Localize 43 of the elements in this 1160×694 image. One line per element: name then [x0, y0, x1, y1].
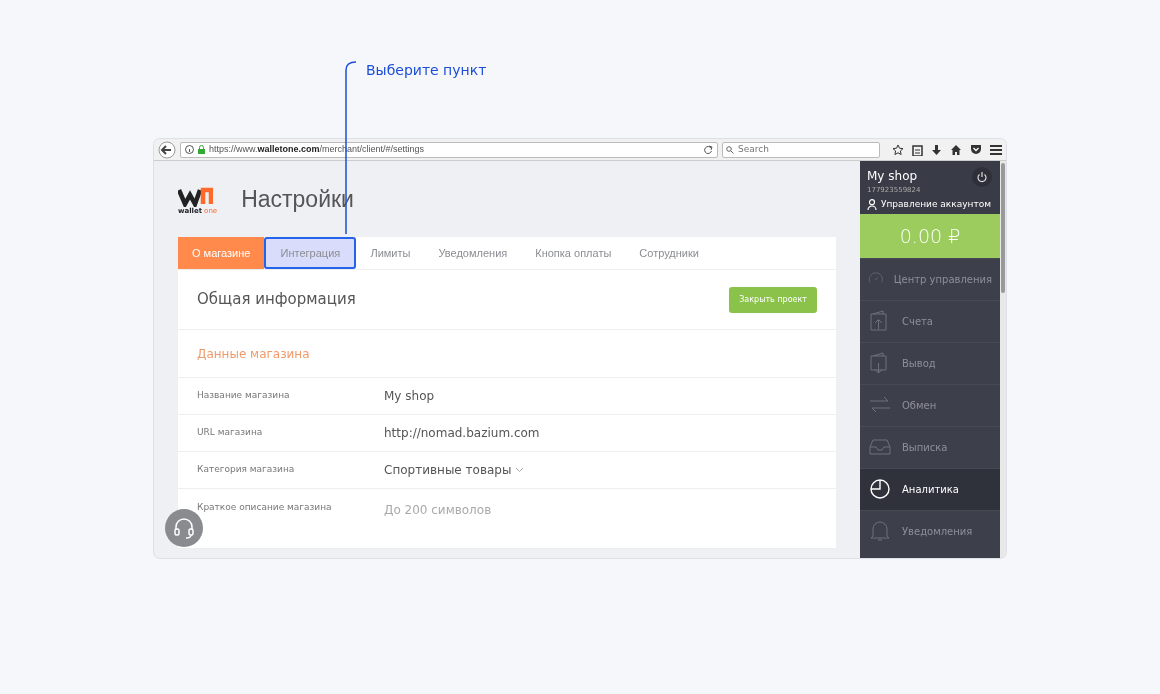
- sidebar-item[interactable]: Аналитика: [860, 468, 1000, 510]
- description-field[interactable]: До 200 символов: [384, 501, 584, 519]
- close-project-button[interactable]: Закрыть проект: [729, 286, 817, 313]
- pie-chart-icon: [868, 477, 892, 501]
- field-label: URL магазина: [197, 426, 264, 440]
- field-label: Название магазина: [197, 389, 291, 403]
- star-icon[interactable]: [892, 143, 904, 156]
- user-icon: [867, 198, 877, 210]
- pocket-icon[interactable]: [970, 144, 982, 155]
- search-icon: [726, 145, 734, 154]
- tab[interactable]: Кнопка оплаты: [521, 237, 626, 269]
- callout-label: Выберите пункт: [366, 61, 487, 80]
- info-icon: [185, 145, 194, 154]
- shop-name: My shop: [867, 168, 918, 185]
- field-value: My shop: [384, 388, 435, 405]
- field-label: Категория магазина: [197, 463, 296, 477]
- search-box[interactable]: Search: [722, 141, 880, 158]
- power-icon: [976, 171, 988, 183]
- lock-icon: [198, 145, 205, 154]
- download-icon[interactable]: [931, 143, 942, 156]
- balance-amount: 0.00 ₽: [899, 223, 961, 249]
- bell-icon: [868, 519, 892, 543]
- headset-icon: [173, 517, 195, 539]
- card-title: Общая информация: [197, 289, 356, 311]
- tab[interactable]: Лимиты: [356, 237, 425, 269]
- field-label: Краткое описание магазина: [197, 501, 333, 514]
- tab[interactable]: Интеграция: [264, 237, 357, 269]
- tab[interactable]: Сотрудники: [625, 237, 713, 269]
- power-button[interactable]: [972, 167, 992, 187]
- account-link[interactable]: Управление аккаунтом: [867, 197, 993, 211]
- home-icon[interactable]: [950, 143, 962, 156]
- field-value: http://nomad.bazium.com: [384, 425, 540, 442]
- menu-icon[interactable]: [990, 144, 1002, 155]
- tab[interactable]: О магазине: [178, 237, 265, 269]
- category-select[interactable]: Спортивные товары: [384, 461, 525, 479]
- section-title: Данные магазина: [197, 345, 310, 363]
- search-field[interactable]: Search: [738, 142, 868, 157]
- clipboard-icon[interactable]: [912, 143, 923, 156]
- tab[interactable]: Уведомления: [424, 237, 522, 269]
- logo-icon: [178, 186, 213, 207]
- back-icon[interactable]: [158, 140, 176, 159]
- chevron-down-icon: [515, 467, 525, 473]
- reload-icon[interactable]: [703, 144, 713, 155]
